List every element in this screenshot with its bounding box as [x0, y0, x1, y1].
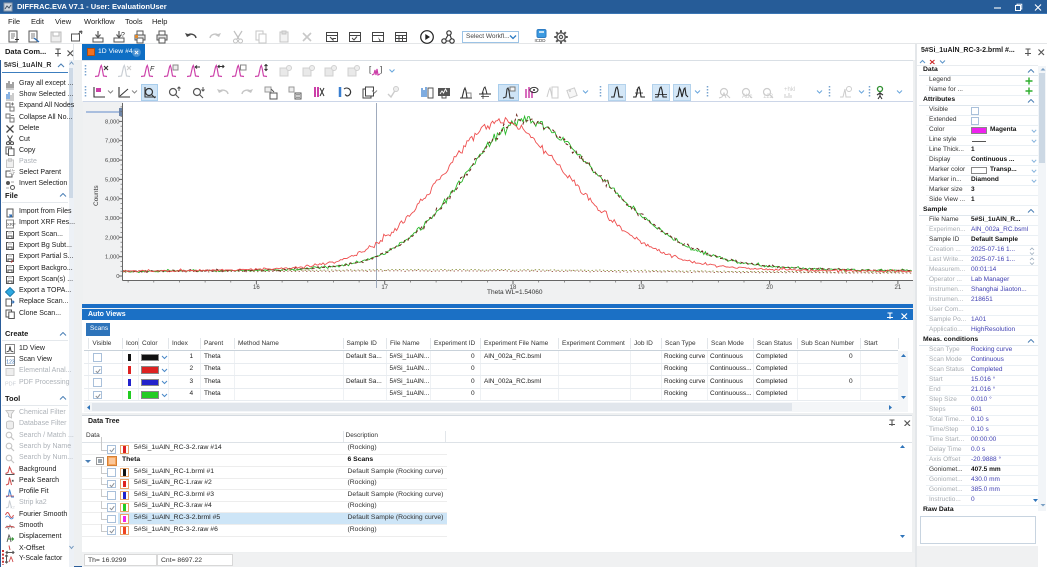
svg-text:?: ?	[121, 32, 125, 39]
svg-text:PDF: PDF	[5, 382, 16, 388]
svg-text:k2: k2	[11, 504, 16, 509]
svg-text:Abc: Abc	[742, 94, 752, 100]
svg-text:+hkl: +hkl	[784, 87, 795, 93]
svg-text:XRF: XRF	[7, 222, 16, 227]
svg-text:123: 123	[763, 94, 774, 100]
svg-text:[: [	[369, 65, 372, 74]
svg-text:123: 123	[6, 359, 15, 365]
svg-text:F: F	[150, 66, 155, 73]
svg-text:]: ]	[380, 65, 382, 74]
